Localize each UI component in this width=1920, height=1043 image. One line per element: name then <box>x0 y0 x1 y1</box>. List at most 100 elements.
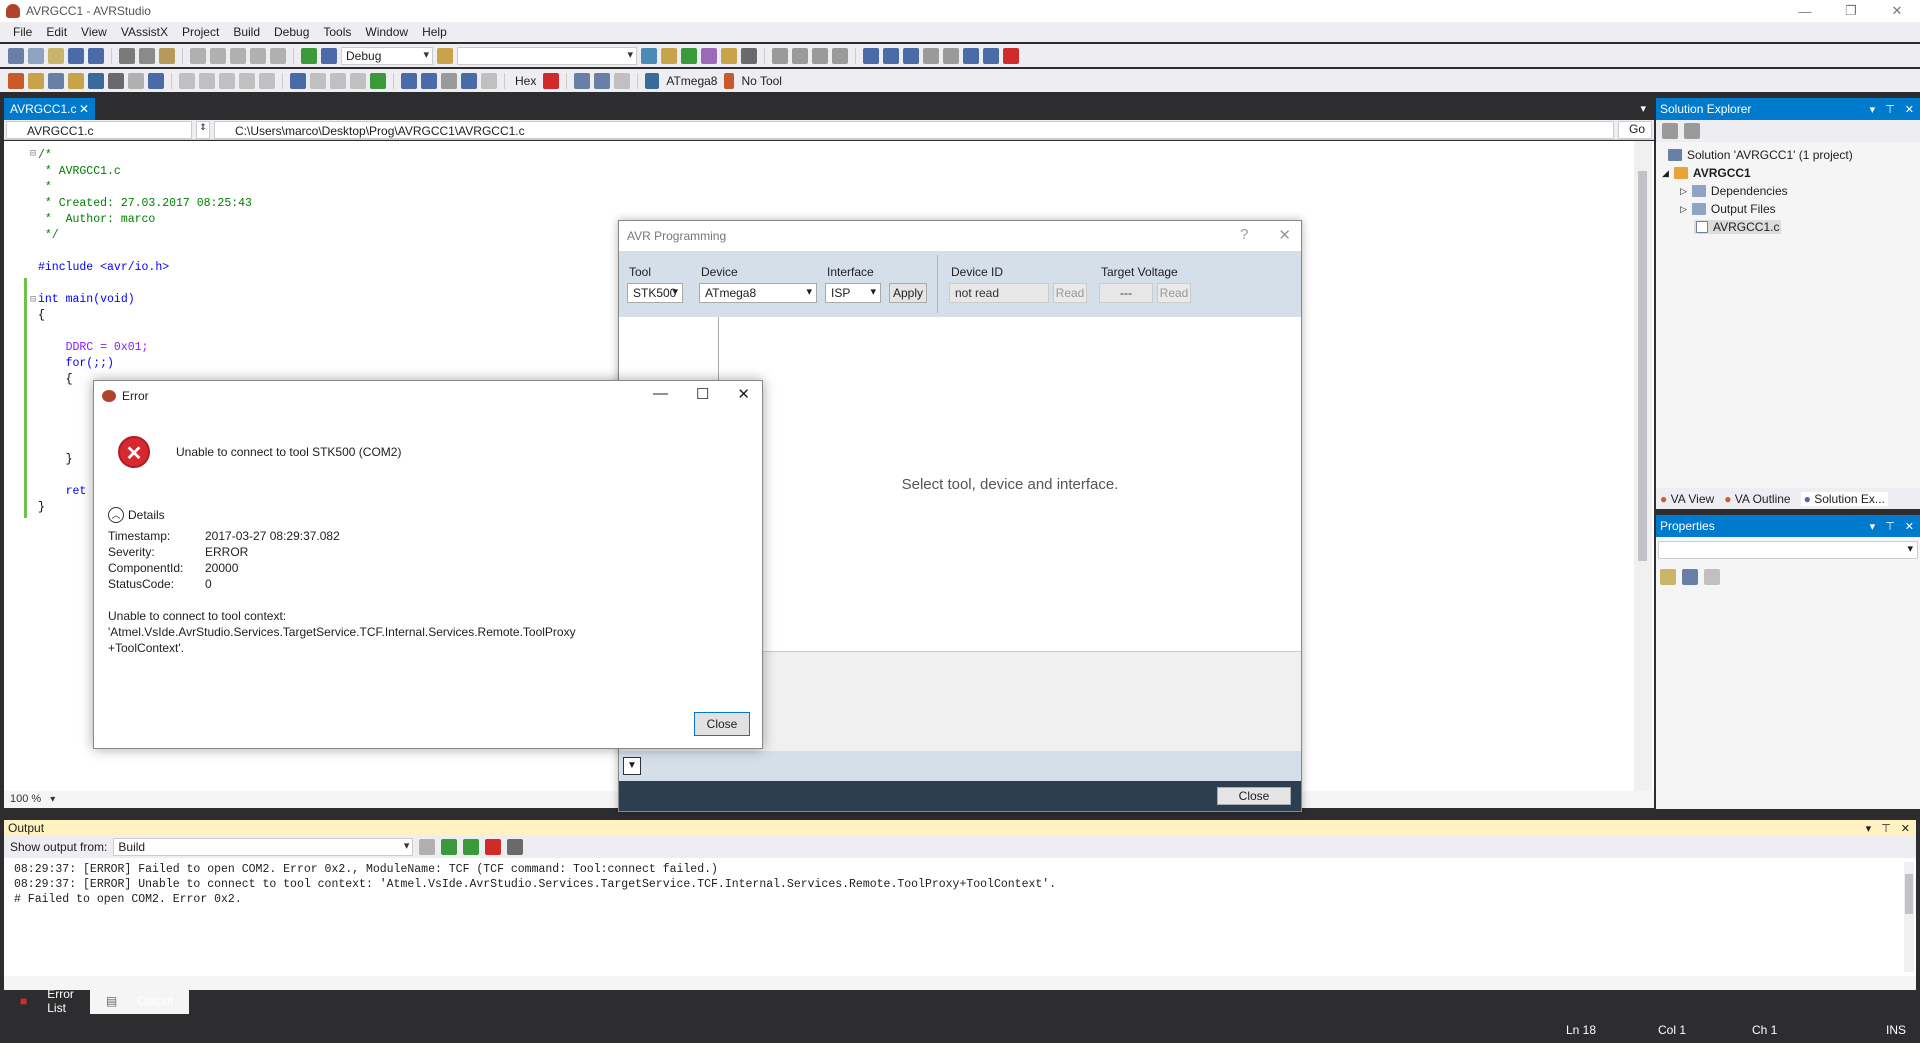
tab-va-outline[interactable]: ● VA Outline <box>1724 492 1790 506</box>
apply-button[interactable]: Apply <box>889 283 927 303</box>
restore-icon[interactable]: ❐ <box>1828 0 1874 22</box>
close-icon[interactable]: ✕ <box>737 385 750 403</box>
solution-config-select[interactable]: Debug <box>341 46 433 65</box>
avr-close-button[interactable]: Close <box>1217 787 1291 805</box>
lock-icon[interactable] <box>88 72 104 89</box>
menu-edit[interactable]: Edit <box>39 25 74 39</box>
find-in-files-icon[interactable] <box>437 47 453 64</box>
solution-explorer-icon[interactable] <box>641 47 657 64</box>
prev-bookmark-icon[interactable] <box>883 47 899 64</box>
processor-icon[interactable] <box>239 72 255 89</box>
step-out-icon[interactable] <box>441 72 457 89</box>
file-scope-select[interactable]: AVRGCC1.c <box>6 121 192 139</box>
tree-item-dependencies[interactable]: ▷ Dependencies <box>1680 184 1788 198</box>
tree-item-avrgcc1-c[interactable]: AVRGCC1.c <box>1694 220 1782 234</box>
disassembly-icon[interactable] <box>574 72 591 89</box>
output-text[interactable]: 08:29:37: [ERROR] Failed to open COM2. E… <box>4 858 1916 976</box>
menu-tools[interactable]: Tools <box>316 25 358 39</box>
menu-debug[interactable]: Debug <box>267 25 316 39</box>
clear-all-icon[interactable] <box>485 839 502 855</box>
menu-vassistx[interactable]: VAssistX <box>114 25 175 39</box>
word-wrap-icon[interactable] <box>507 839 524 855</box>
split-toggle-icon[interactable]: ⇕ <box>196 121 210 139</box>
tab-va-view[interactable]: ● VA View <box>1660 492 1714 506</box>
uncomment-icon[interactable] <box>832 47 848 64</box>
tab-avrgcc1-c[interactable]: AVRGCC1.c ✕ <box>4 98 95 120</box>
expand-log-icon[interactable]: ▼ <box>623 757 641 775</box>
read-device-id-button[interactable]: Read <box>1053 283 1087 303</box>
tab-dropdown-icon[interactable]: ▾ <box>1640 102 1646 115</box>
object-browser-icon[interactable] <box>701 47 717 64</box>
scrollbar-thumb[interactable] <box>1905 874 1913 914</box>
save-all-icon[interactable] <box>88 47 104 64</box>
tag-icon[interactable] <box>108 72 124 89</box>
pin-icon[interactable]: ⊤ <box>1885 103 1895 116</box>
dropdown-icon[interactable]: ▾ <box>1866 822 1872 835</box>
clear-bookmarks-icon[interactable] <box>923 47 939 64</box>
spell-check-icon[interactable] <box>128 72 144 89</box>
tool-selector[interactable]: No Tool <box>738 74 784 88</box>
build-icon[interactable] <box>270 47 286 64</box>
extensions-icon[interactable] <box>721 47 737 64</box>
cut-icon[interactable] <box>119 47 135 64</box>
prev-message-icon[interactable] <box>441 839 458 855</box>
reset-icon[interactable] <box>481 72 497 89</box>
start-debug-icon[interactable] <box>301 47 317 64</box>
menu-window[interactable]: Window <box>358 25 415 39</box>
minimize-icon[interactable]: — <box>653 385 668 403</box>
device-selector[interactable]: ATmega8 <box>663 74 720 88</box>
watch-icon[interactable] <box>259 72 275 89</box>
dropdown-icon[interactable]: ▾ <box>1870 103 1876 116</box>
comment-icon[interactable] <box>812 47 828 64</box>
open-folder-icon[interactable] <box>28 72 44 89</box>
menu-project[interactable]: Project <box>175 25 226 39</box>
add-item-icon[interactable] <box>28 47 44 64</box>
navigate-back-icon[interactable] <box>230 47 246 64</box>
redo-icon[interactable] <box>210 47 226 64</box>
go-button[interactable]: Go <box>1618 121 1652 139</box>
indent-icon[interactable] <box>772 47 788 64</box>
memory-icon[interactable] <box>179 72 195 89</box>
interface-select[interactable]: ISP <box>825 283 881 303</box>
read-voltage-button[interactable]: Read <box>1157 283 1191 303</box>
tab-output[interactable]: ▤ Output <box>89 988 190 1014</box>
new-project-icon[interactable] <box>8 47 24 64</box>
details-toggle[interactable]: ︿ Details <box>108 507 165 523</box>
bookmark-next-folder-icon[interactable] <box>983 47 999 64</box>
device-select[interactable]: ATmega8 <box>699 283 817 303</box>
tab-error-list[interactable]: ■ Error List <box>4 981 90 1021</box>
menu-help[interactable]: Help <box>415 25 454 39</box>
collapse-main-icon[interactable]: ⊟ <box>30 294 36 306</box>
maximize-icon[interactable]: ☐ <box>696 385 709 403</box>
dropdown-icon[interactable]: ▾ <box>1870 520 1876 533</box>
find-message-icon[interactable] <box>419 839 436 855</box>
io-view-icon[interactable] <box>219 72 235 89</box>
run-to-cursor-icon[interactable] <box>461 72 477 89</box>
step-over-icon[interactable] <box>421 72 437 89</box>
error-close-button[interactable]: Close <box>694 712 750 736</box>
tab-solution-explorer[interactable]: ● Solution Ex... <box>1800 491 1888 506</box>
editor-vertical-scrollbar[interactable] <box>1634 141 1652 791</box>
format-icon[interactable] <box>148 72 164 89</box>
find-combo[interactable] <box>457 46 637 65</box>
start-without-debug-icon[interactable] <box>321 47 337 64</box>
open-file-icon[interactable] <box>48 47 64 64</box>
pin-icon[interactable]: ⊤ <box>1881 822 1891 835</box>
registers-icon[interactable] <box>199 72 215 89</box>
locals-icon[interactable] <box>594 72 611 89</box>
breakpoint-icon[interactable] <box>543 72 560 89</box>
code-icon[interactable] <box>68 72 84 89</box>
close-tab-icon[interactable]: ✕ <box>79 102 89 116</box>
next-message-icon[interactable] <box>463 839 480 855</box>
device-programming-icon[interactable] <box>8 72 24 89</box>
bookmark-folder-icon[interactable] <box>943 47 959 64</box>
chip-icon[interactable] <box>48 72 64 89</box>
pin-icon[interactable]: ⊤ <box>1885 520 1895 533</box>
expand-icon[interactable]: ◢ <box>1662 168 1669 179</box>
collapse-comment-icon[interactable]: ⊟ <box>30 148 36 160</box>
step-into-icon[interactable] <box>401 72 417 89</box>
scrollbar-thumb[interactable] <box>1638 171 1647 561</box>
properties-object-select[interactable] <box>1658 541 1918 559</box>
collapse-details-icon[interactable]: ︿ <box>108 507 124 523</box>
stop-icon[interactable] <box>350 72 366 89</box>
